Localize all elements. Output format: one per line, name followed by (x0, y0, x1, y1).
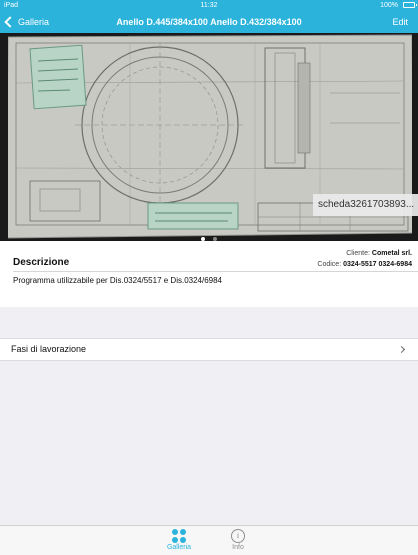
info-section: Cliente: Cometal srl. Codice: 0324-5517 … (0, 241, 418, 307)
code-value: 0324-5517 0324-6984 (343, 261, 412, 268)
battery-percent: 100% (380, 2, 398, 9)
grid-icon (172, 529, 186, 543)
navigation-bar: Galleria Anello D.445/384x100 Anello D.4… (0, 11, 418, 33)
tab-galleria-label: Galleria (166, 544, 192, 551)
tab-info-label: Info (232, 544, 244, 551)
description-heading: Descrizione (13, 257, 70, 268)
code-label: Codice: (317, 261, 342, 268)
photo-caption: scheda3261703893... (313, 194, 418, 216)
description-text: Programma utilizzabile per Dis.0324/5517… (13, 276, 223, 285)
description-divider (13, 271, 418, 272)
photo-gallery[interactable]: scheda3261703893... (0, 33, 418, 241)
phases-row[interactable]: Fasi di lavorazione (0, 338, 418, 361)
code-line: Codice: 0324-5517 0324-6984 (317, 261, 412, 268)
page-title: Anello D.445/384x100 Anello D.432/384x10… (116, 17, 302, 27)
edit-button[interactable]: Edit (392, 11, 408, 33)
client-label: Cliente: (346, 250, 370, 257)
tab-info[interactable]: i Info (218, 529, 258, 551)
phases-label: Fasi di lavorazione (11, 344, 87, 354)
tab-galleria[interactable]: Galleria (159, 529, 199, 551)
client-line: Cliente: Cometal srl. (346, 250, 412, 257)
info-icon: i (231, 529, 245, 543)
clock: 11:32 (200, 2, 218, 9)
page-indicator[interactable] (0, 228, 418, 241)
battery-icon (403, 2, 417, 8)
status-bar: iPad 11:32 100% (0, 0, 418, 11)
chevron-right-icon (397, 345, 406, 354)
client-value: Cometal srl. (371, 250, 412, 257)
tab-bar: Galleria i Info (0, 525, 418, 555)
